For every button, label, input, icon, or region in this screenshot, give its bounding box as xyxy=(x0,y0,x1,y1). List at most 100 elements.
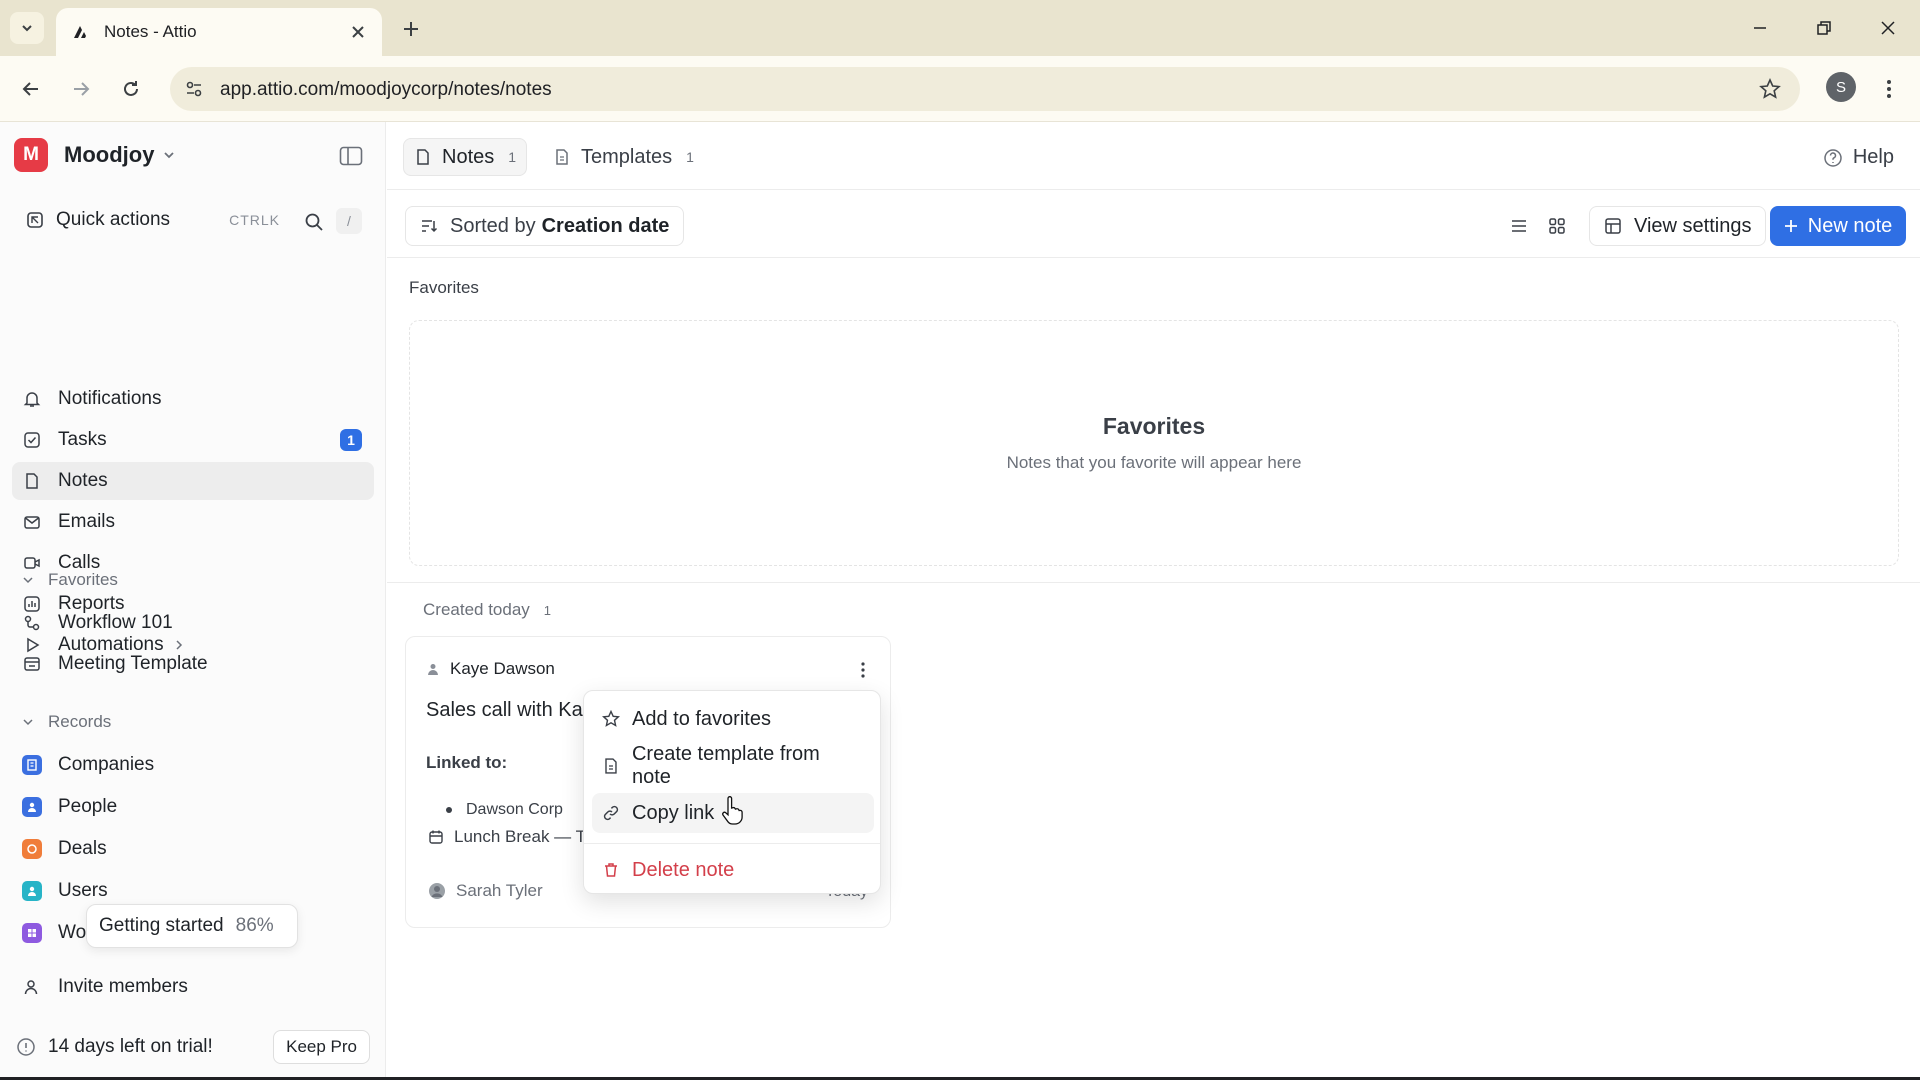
site-info-icon[interactable] xyxy=(180,75,208,103)
user-icon xyxy=(22,881,42,901)
restore-button[interactable] xyxy=(1792,0,1856,56)
favorites-section-toggle[interactable]: Favorites xyxy=(22,568,118,592)
tab-count: 1 xyxy=(508,149,517,165)
note-linked-record[interactable]: Dawson Corp xyxy=(446,801,563,819)
document-icon xyxy=(417,149,429,165)
workspace-switcher[interactable]: M Moodjoy xyxy=(14,138,176,172)
arrow-right-icon xyxy=(74,82,90,96)
bookmark-star-icon[interactable] xyxy=(1758,77,1782,101)
getting-started-percent: 86% xyxy=(235,915,274,936)
tab-templates[interactable]: Templates 1 xyxy=(543,138,704,176)
sidebar-item-label: Emails xyxy=(58,511,116,532)
help-icon xyxy=(1824,148,1842,167)
search-icon[interactable] xyxy=(300,208,328,236)
reload-icon xyxy=(124,81,138,96)
menu-item-create-template[interactable]: Create template from note xyxy=(592,743,874,788)
template-icon xyxy=(605,758,617,774)
back-button[interactable] xyxy=(14,72,48,106)
star-icon xyxy=(602,710,620,727)
document-icon xyxy=(22,471,42,491)
grid-view-button[interactable] xyxy=(1541,210,1573,242)
sidebar-item-label: People xyxy=(58,796,118,817)
menu-item-delete-note[interactable]: Delete note xyxy=(592,850,874,890)
sidebar-item-label: Deals xyxy=(58,838,107,859)
forward-button[interactable] xyxy=(64,72,98,106)
reload-button[interactable] xyxy=(114,72,148,106)
getting-started-popup[interactable]: Getting started 86% xyxy=(86,904,298,948)
view-settings-button[interactable]: View settings xyxy=(1589,206,1767,246)
add-person-icon xyxy=(22,977,42,997)
search-shortcut-badge: / xyxy=(336,208,362,234)
quick-actions-shortcut: CTRLK xyxy=(229,212,280,228)
close-window-button[interactable] xyxy=(1856,0,1920,56)
favorites-section-label: Favorites xyxy=(409,278,479,297)
quick-actions-button[interactable]: Quick actions CTRLK xyxy=(18,200,288,240)
keep-pro-button[interactable]: Keep Pro xyxy=(273,1030,370,1064)
note-linked-event[interactable]: Lunch Break — T xyxy=(428,827,586,847)
sidebar-item-label: Meeting Template xyxy=(58,653,208,674)
menu-item-label: Add to favorites xyxy=(632,707,771,730)
minimize-button[interactable] xyxy=(1728,0,1792,56)
records-section-toggle[interactable]: Records xyxy=(22,710,111,734)
close-tab-icon[interactable] xyxy=(348,22,368,42)
chevron-down-icon xyxy=(23,577,33,584)
sidebar-item-label: Notes xyxy=(58,470,108,491)
sidebar-item-label: Notifications xyxy=(58,388,162,409)
tab-notes[interactable]: Notes 1 xyxy=(403,138,528,176)
new-note-button[interactable]: New note xyxy=(1770,206,1906,246)
sidebar-item-notes[interactable]: Notes xyxy=(12,462,374,500)
view-settings-label: View settings xyxy=(1634,214,1752,237)
calendar-icon xyxy=(429,830,443,844)
sort-button[interactable]: Sorted by Creation date xyxy=(405,206,685,246)
workspace-name: Moodjoy xyxy=(64,142,155,167)
menu-item-label: Delete note xyxy=(632,858,735,881)
created-today-header: Created today 1 xyxy=(423,600,551,620)
getting-started-label: Getting started xyxy=(99,915,224,936)
tab-label: Notes xyxy=(442,145,495,168)
chevron-down-icon xyxy=(22,25,32,32)
sidebar-item-companies[interactable]: Companies xyxy=(12,746,374,784)
new-note-label: New note xyxy=(1807,214,1893,237)
tab-count: 1 xyxy=(686,149,694,165)
sidebar-item-notifications[interactable]: Notifications xyxy=(12,380,374,418)
close-icon xyxy=(1881,21,1895,35)
sort-value: Creation date xyxy=(541,214,670,237)
template-icon xyxy=(22,654,42,674)
invite-members-button[interactable]: Invite members xyxy=(12,968,374,1006)
sort-prefix: Sorted by xyxy=(450,214,536,237)
restore-icon xyxy=(1817,21,1831,35)
favorites-empty-state: Favorites Notes that you favorite will a… xyxy=(409,320,1899,566)
profile-avatar[interactable]: S xyxy=(1826,72,1856,102)
sidebar-item-label: Companies xyxy=(58,754,155,775)
menu-item-add-to-favorites[interactable]: Add to favorites xyxy=(592,699,874,739)
new-tab-button[interactable] xyxy=(396,14,426,44)
collapse-sidebar-icon[interactable] xyxy=(338,144,364,168)
sidebar-item-meeting-template[interactable]: Meeting Template xyxy=(12,645,374,683)
favorites-empty-title: Favorites xyxy=(1102,413,1206,439)
note-author: Kaye Dawson xyxy=(426,659,555,679)
sidebar-item-tasks[interactable]: Tasks 1 xyxy=(12,421,374,459)
deal-icon xyxy=(22,839,42,859)
person-icon xyxy=(22,797,42,817)
chevron-down-icon xyxy=(23,719,33,726)
browser-tabbar: Notes - Attio xyxy=(0,0,1920,56)
created-today-count: 1 xyxy=(543,602,552,618)
chevron-down-icon xyxy=(164,152,175,159)
sidebar-item-emails[interactable]: Emails xyxy=(12,503,374,541)
note-more-icon[interactable] xyxy=(854,657,872,683)
sidebar-item-people[interactable]: People xyxy=(12,788,374,826)
hand-cursor-icon xyxy=(722,796,743,825)
tab-search-button[interactable] xyxy=(10,12,44,44)
browser-toolbar: app.attio.com/moodjoycorp/notes/notes S xyxy=(0,56,1920,122)
address-bar[interactable]: app.attio.com/moodjoycorp/notes/notes xyxy=(170,67,1800,111)
browser-menu-icon[interactable] xyxy=(1874,72,1904,106)
list-view-button[interactable] xyxy=(1503,210,1535,242)
help-button[interactable]: Help xyxy=(1823,146,1894,169)
building-icon xyxy=(22,755,42,775)
invite-members-label: Invite members xyxy=(58,976,188,997)
note-linked-label: Linked to: xyxy=(426,753,508,772)
minimize-icon xyxy=(1754,27,1766,29)
sidebar-item-deals[interactable]: Deals xyxy=(12,830,374,868)
browser-tab-active[interactable]: Notes - Attio xyxy=(56,8,382,56)
sidebar-item-workflow-101[interactable]: Workflow 101 xyxy=(12,604,374,642)
